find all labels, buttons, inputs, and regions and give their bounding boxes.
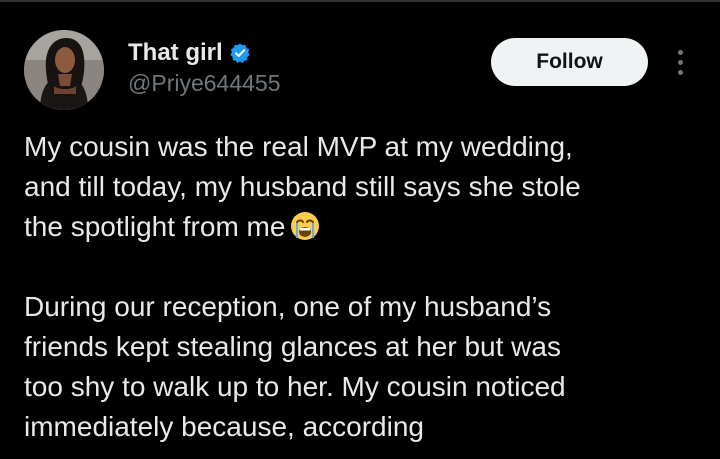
more-dot: [677, 49, 683, 55]
avatar[interactable]: [24, 30, 104, 110]
loudly-crying-face-icon: [289, 210, 321, 242]
verified-badge-icon[interactable]: [229, 42, 251, 64]
avatar-photo-icon: [24, 30, 104, 110]
more-dot: [677, 69, 683, 75]
tweet-text: My cousin was the real MVP at my wedding…: [24, 127, 694, 447]
more-options-icon[interactable]: [666, 44, 694, 80]
tweet-paragraph-2: During our reception, one of my husband’…: [24, 291, 566, 442]
author-handle[interactable]: @Priye644455: [128, 68, 281, 98]
follow-button[interactable]: Follow: [491, 38, 648, 86]
name-row: That girl: [128, 38, 281, 68]
author-display-name[interactable]: That girl: [128, 38, 223, 68]
tweet-paragraph-1: My cousin was the real MVP at my wedding…: [24, 127, 694, 247]
tweet-header: That girl @Priye644455 Follow: [0, 0, 720, 120]
author-info: That girl @Priye644455: [128, 38, 281, 98]
more-dot: [677, 59, 683, 65]
